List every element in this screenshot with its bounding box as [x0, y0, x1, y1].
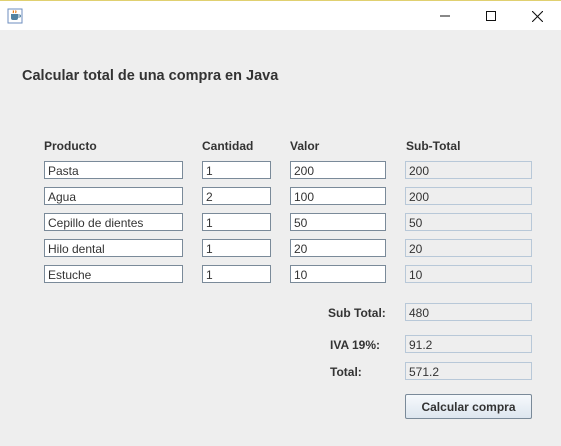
valor-field-5[interactable]: 10 [290, 265, 386, 283]
valor-field-4[interactable]: 20 [290, 239, 386, 257]
subtotal-field-5: 10 [405, 265, 532, 283]
producto-field-1[interactable]: Pasta [44, 161, 183, 179]
column-header-producto: Producto [44, 139, 97, 153]
close-icon [531, 10, 543, 22]
cantidad-field-1[interactable]: 1 [202, 161, 271, 179]
java-cup-icon [7, 8, 23, 24]
subtotal-field-2: 200 [405, 187, 532, 205]
producto-field-3[interactable]: Cepillo de dientes [44, 213, 183, 231]
column-header-valor: Valor [290, 139, 320, 153]
iva-field: 91.2 [405, 335, 532, 353]
cantidad-field-5[interactable]: 1 [202, 265, 271, 283]
valor-field-2[interactable]: 100 [290, 187, 386, 205]
iva-label: IVA 19%: [330, 338, 381, 352]
cantidad-field-3[interactable]: 1 [202, 213, 271, 231]
producto-field-4[interactable]: Hilo dental [44, 239, 183, 257]
title-bar [0, 0, 561, 30]
subtotal-total-field: 480 [405, 303, 532, 321]
subtotal-field-3: 50 [405, 213, 532, 231]
calcular-compra-button[interactable]: Calcular compra [405, 394, 532, 419]
total-field: 571.2 [405, 362, 532, 380]
maximize-icon [486, 11, 496, 21]
subtotal-field-1: 200 [405, 161, 532, 179]
maximize-button[interactable] [468, 1, 514, 31]
subtotal-field-4: 20 [405, 239, 532, 257]
subtotal-label: Sub Total: [328, 306, 386, 320]
column-header-cantidad: Cantidad [202, 139, 254, 153]
minimize-icon [440, 11, 450, 21]
valor-field-1[interactable]: 200 [290, 161, 386, 179]
cantidad-field-4[interactable]: 1 [202, 239, 271, 257]
close-button[interactable] [514, 1, 560, 31]
valor-field-3[interactable]: 50 [290, 213, 386, 231]
producto-field-2[interactable]: Agua [44, 187, 183, 205]
minimize-button[interactable] [422, 1, 468, 31]
column-header-subtotal: Sub-Total [406, 139, 461, 153]
total-label: Total: [330, 365, 362, 379]
producto-field-5[interactable]: Estuche [44, 265, 183, 283]
cantidad-field-2[interactable]: 2 [202, 187, 271, 205]
page-title: Calcular total de una compra en Java [22, 68, 279, 84]
